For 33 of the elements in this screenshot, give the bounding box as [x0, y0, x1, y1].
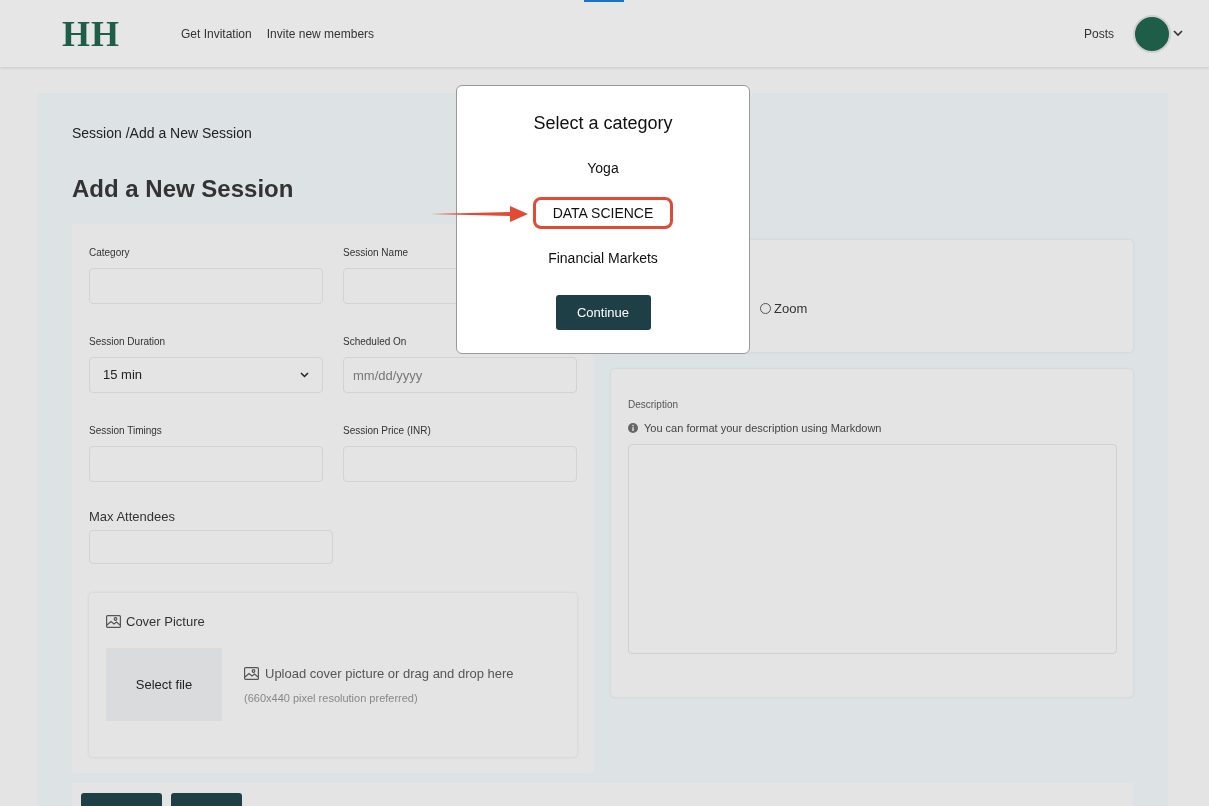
dialog-title: Select a category: [533, 112, 673, 135]
breadcrumb: Session /Add a New Session: [72, 124, 252, 143]
category-option[interactable]: Financial Markets: [528, 242, 678, 274]
resolution-note: (660x440 pixel resolution preferred): [244, 690, 419, 706]
field-label: Session Timings: [89, 424, 163, 438]
info-icon: [628, 423, 638, 434]
date-field[interactable]: mm/dd/yyyy: [343, 357, 577, 393]
duration-select[interactable]: 15 min: [89, 357, 323, 393]
chevron-down-icon: [300, 372, 309, 378]
posts-link[interactable]: Posts: [1084, 24, 1114, 43]
chevron-down-icon[interactable]: [1173, 30, 1183, 37]
top-indicator: [584, 0, 624, 2]
upload-hint: Upload cover picture or drag and drop here: [265, 665, 514, 683]
radio-option[interactable]: Zoom: [760, 299, 1133, 319]
image-icon: [106, 614, 121, 628]
field-label: Max Attendees: [89, 508, 176, 526]
image-icon: [244, 667, 259, 681]
field-label: Scheduled On: [343, 335, 408, 349]
field-label: Category: [89, 246, 131, 260]
category-option[interactable]: Yoga: [567, 152, 639, 184]
markdown-hint: You can format your description using Markdown: [644, 421, 882, 436]
nav-link[interactable]: Invite new members: [266, 24, 375, 43]
field-label: Session Duration: [89, 335, 167, 349]
category-option[interactable]: DATA SCIENCE: [532, 197, 674, 229]
page-heading: Add a New Session: [72, 174, 295, 204]
avatar[interactable]: [1133, 14, 1171, 53]
field-label: Description: [628, 398, 680, 412]
select-file-button[interactable]: Select file: [106, 648, 222, 721]
cover-title: Cover Picture: [126, 612, 205, 631]
logo[interactable]: HH: [62, 6, 120, 61]
nav-link[interactable]: Get Invitation: [181, 24, 252, 43]
field-label: Session Price (INR): [343, 424, 432, 438]
continue-button[interactable]: Continue: [555, 295, 651, 330]
